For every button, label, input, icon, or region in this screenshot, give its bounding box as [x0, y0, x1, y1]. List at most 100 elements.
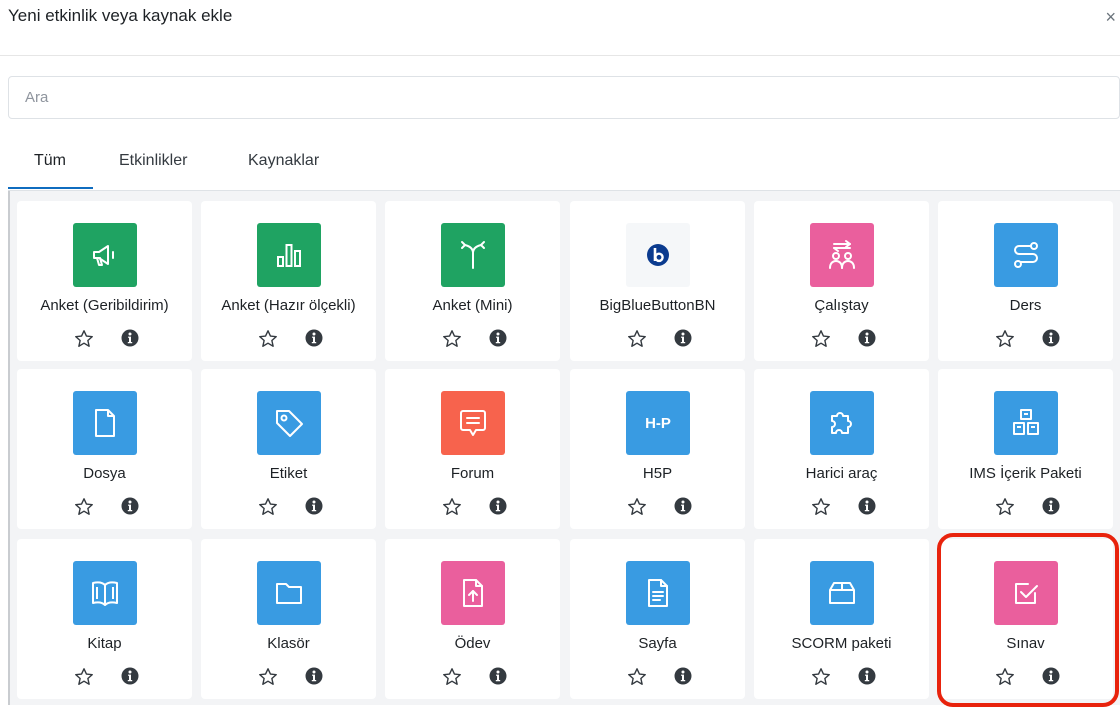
- tab-activities[interactable]: Etkinlikler: [119, 152, 187, 182]
- signpost-icon: [441, 223, 505, 287]
- star-icon[interactable]: [258, 667, 278, 687]
- module-card-kitap[interactable]: Kitap: [17, 539, 192, 699]
- people-exchange-icon: [810, 223, 874, 287]
- info-icon[interactable]: [121, 497, 139, 515]
- h5p-icon: H-P: [626, 391, 690, 455]
- module-card-odev[interactable]: Ödev: [385, 539, 560, 699]
- info-icon[interactable]: [489, 329, 507, 347]
- star-icon[interactable]: [442, 667, 462, 687]
- star-icon[interactable]: [811, 329, 831, 349]
- star-icon[interactable]: [811, 497, 831, 517]
- info-icon[interactable]: [305, 497, 323, 515]
- module-label: Kitap: [87, 635, 122, 652]
- package-icon: [810, 561, 874, 625]
- module-label: IMS İçerik Paketi: [969, 465, 1082, 482]
- path-icon: [994, 223, 1058, 287]
- module-card-dosya[interactable]: Dosya: [17, 369, 192, 529]
- info-icon[interactable]: [305, 329, 323, 347]
- star-icon[interactable]: [258, 329, 278, 349]
- module-card-ders[interactable]: Ders: [938, 201, 1113, 361]
- document-icon: [626, 561, 690, 625]
- folder-icon: [257, 561, 321, 625]
- module-card-etiket[interactable]: Etiket: [201, 369, 376, 529]
- file-icon: [73, 391, 137, 455]
- module-label: H5P: [642, 465, 673, 482]
- star-icon[interactable]: [995, 329, 1015, 349]
- active-tab-indicator: [8, 187, 93, 189]
- tag-icon: [257, 391, 321, 455]
- star-icon[interactable]: [627, 667, 647, 687]
- module-card-forum[interactable]: Forum: [385, 369, 560, 529]
- search-input[interactable]: [9, 77, 1119, 118]
- star-icon[interactable]: [995, 497, 1015, 517]
- star-icon[interactable]: [811, 667, 831, 687]
- info-icon[interactable]: [121, 329, 139, 347]
- module-grid: Anket (Geribildirim) Anket (Hazır ölçekli…: [8, 191, 1120, 705]
- star-icon[interactable]: [995, 667, 1015, 687]
- star-icon[interactable]: [74, 329, 94, 349]
- info-icon[interactable]: [858, 497, 876, 515]
- tab-bar: Tüm Etkinlikler Kaynaklar: [8, 140, 1120, 191]
- info-icon[interactable]: [1042, 329, 1060, 347]
- module-label: Anket (Mini): [432, 297, 513, 314]
- star-icon[interactable]: [74, 667, 94, 687]
- module-label: Ders: [1009, 297, 1042, 314]
- chat-icon: [441, 391, 505, 455]
- bigbluebutton-icon: [626, 223, 690, 287]
- module-label: Ödev: [454, 635, 491, 652]
- module-card-anket-geribildirim[interactable]: Anket (Geribildirim): [17, 201, 192, 361]
- star-icon[interactable]: [74, 497, 94, 517]
- module-card-bigbluebuttonbn[interactable]: BigBlueButtonBN: [570, 201, 745, 361]
- info-icon[interactable]: [489, 667, 507, 685]
- module-card-anket-hazir-olcekli[interactable]: Anket (Hazır ölçekli): [201, 201, 376, 361]
- info-icon[interactable]: [305, 667, 323, 685]
- bar-chart-icon: [257, 223, 321, 287]
- module-label: Dosya: [83, 465, 126, 482]
- info-icon[interactable]: [858, 329, 876, 347]
- module-card-sayfa[interactable]: Sayfa: [570, 539, 745, 699]
- h5p-icon-text: H-P: [645, 414, 671, 432]
- star-icon[interactable]: [258, 497, 278, 517]
- module-label: Sayfa: [638, 635, 677, 652]
- module-card-harici-arac[interactable]: Harici araç: [754, 369, 929, 529]
- module-card-ims-i-cerik-paketi[interactable]: IMS İçerik Paketi: [938, 369, 1113, 529]
- star-icon[interactable]: [442, 497, 462, 517]
- info-icon[interactable]: [121, 667, 139, 685]
- modal-title: Yeni etkinlik veya kaynak ekle: [8, 6, 233, 25]
- star-icon[interactable]: [627, 329, 647, 349]
- modal-header: Yeni etkinlik veya kaynak ekle ×: [0, 0, 1120, 56]
- book-icon: [73, 561, 137, 625]
- module-card-sinav[interactable]: Sınav: [938, 539, 1113, 699]
- info-icon[interactable]: [674, 497, 692, 515]
- boxes-icon: [994, 391, 1058, 455]
- module-label: SCORM paketi: [791, 635, 892, 652]
- upload-file-icon: [441, 561, 505, 625]
- module-label: Anket (Hazır ölçekli): [221, 297, 356, 314]
- close-button[interactable]: ×: [1105, 8, 1116, 26]
- module-card-calistay[interactable]: Çalıştay: [754, 201, 929, 361]
- scroll-edge: [8, 191, 10, 705]
- module-label: Klasör: [267, 635, 310, 652]
- module-card-scorm-paketi[interactable]: SCORM paketi: [754, 539, 929, 699]
- module-label: Harici araç: [805, 465, 878, 482]
- puzzle-icon: [810, 391, 874, 455]
- info-icon[interactable]: [858, 667, 876, 685]
- module-card-anket-mini[interactable]: Anket (Mini): [385, 201, 560, 361]
- info-icon[interactable]: [1042, 497, 1060, 515]
- module-card-h5p[interactable]: H-P H5P: [570, 369, 745, 529]
- star-icon[interactable]: [442, 329, 462, 349]
- module-label: Etiket: [269, 465, 308, 482]
- module-label: Forum: [450, 465, 495, 482]
- tab-all[interactable]: Tüm: [34, 152, 66, 182]
- module-label: Anket (Geribildirim): [40, 297, 169, 314]
- tab-resources[interactable]: Kaynaklar: [248, 152, 319, 182]
- info-icon[interactable]: [674, 667, 692, 685]
- module-label: Çalıştay: [814, 297, 869, 314]
- star-icon[interactable]: [627, 497, 647, 517]
- info-icon[interactable]: [1042, 667, 1060, 685]
- info-icon[interactable]: [489, 497, 507, 515]
- info-icon[interactable]: [674, 329, 692, 347]
- module-label: BigBlueButtonBN: [599, 297, 716, 314]
- megaphone-icon: [73, 223, 137, 287]
- module-card-klasor[interactable]: Klasör: [201, 539, 376, 699]
